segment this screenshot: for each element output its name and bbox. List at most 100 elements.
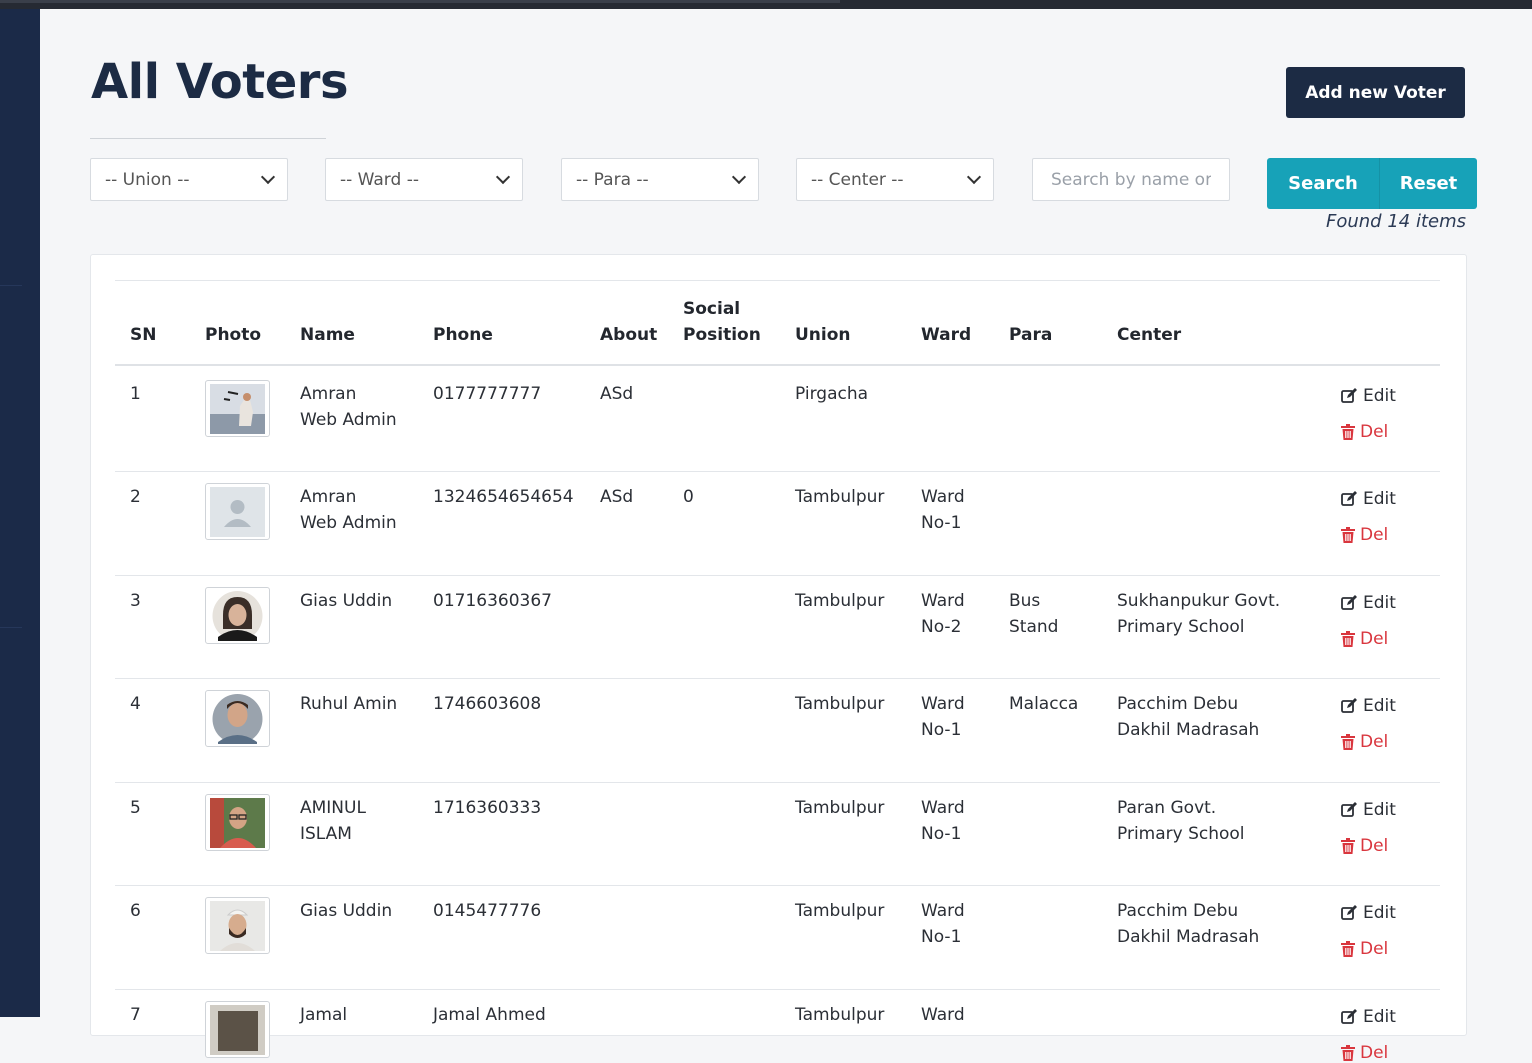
man-portrait-photo — [205, 690, 270, 747]
row-center: Pacchim Debu — [1117, 694, 1239, 714]
row-phone: 1324654654654 — [433, 487, 574, 507]
row-name: Amran — [300, 384, 357, 404]
chevron-down-icon — [966, 169, 982, 185]
trash-icon — [1341, 527, 1355, 543]
chevron-down-icon — [731, 169, 747, 185]
add-new-voter-button[interactable]: Add new Voter — [1286, 67, 1465, 118]
delete-label: Del — [1360, 422, 1389, 442]
edit-button[interactable]: Edit — [1341, 593, 1396, 613]
person-waving-photo — [205, 380, 270, 437]
row-sn: 7 — [130, 1005, 141, 1025]
table-header-divider — [115, 364, 1440, 366]
ward-select[interactable]: -- Ward -- — [325, 158, 523, 201]
delete-label: Del — [1360, 939, 1389, 959]
row-phone: Jamal Ahmed — [433, 1005, 546, 1025]
row-center: Paran Govt. — [1117, 798, 1217, 818]
row-union: Tambulpur — [795, 798, 885, 818]
row-phone: 0177777777 — [433, 384, 542, 404]
row-name: Ruhul Amin — [300, 694, 398, 714]
delete-button[interactable]: Del — [1341, 629, 1388, 649]
row-phone: 01716360367 — [433, 591, 552, 611]
center-select[interactable]: -- Center -- — [796, 158, 994, 201]
sidebar — [0, 9, 40, 1017]
man-cap-photo — [205, 897, 270, 954]
row-social-position: 0 — [683, 487, 694, 507]
row-name: AMINUL — [300, 798, 366, 818]
row-name: Jamal — [300, 1005, 348, 1025]
title-divider — [90, 138, 326, 139]
row-ward-line2: No-1 — [921, 720, 962, 740]
edit-icon — [1341, 698, 1357, 713]
row-ward: Ward — [921, 591, 965, 611]
delete-label: Del — [1360, 525, 1389, 545]
row-about: ASd — [600, 384, 634, 404]
edit-icon — [1341, 905, 1357, 920]
row-divider — [115, 678, 1440, 679]
delete-button[interactable]: Del — [1341, 1043, 1388, 1063]
search-button[interactable]: Search — [1267, 158, 1379, 209]
union-select[interactable]: -- Union -- — [90, 158, 288, 201]
row-name-line2: ISLAM — [300, 824, 352, 844]
row-ward: Ward — [921, 694, 965, 714]
edit-label: Edit — [1363, 593, 1396, 613]
row-ward-line2: No-1 — [921, 927, 962, 947]
edit-button[interactable]: Edit — [1341, 1007, 1396, 1027]
header-social-position: Social Position — [683, 296, 761, 348]
edit-button[interactable]: Edit — [1341, 696, 1396, 716]
header-name: Name — [300, 325, 355, 345]
browser-top-bar — [0, 0, 1532, 9]
row-sn: 5 — [130, 798, 141, 818]
row-ward-line2: No-1 — [921, 824, 962, 844]
delete-button[interactable]: Del — [1341, 836, 1388, 856]
placeholder-avatar — [205, 483, 270, 540]
table-top-border — [115, 280, 1440, 281]
delete-label: Del — [1360, 1043, 1389, 1063]
delete-label: Del — [1360, 836, 1389, 856]
edit-label: Edit — [1363, 800, 1396, 820]
edit-icon — [1341, 595, 1357, 610]
row-sn: 4 — [130, 694, 141, 714]
voters-table-card — [90, 254, 1467, 1036]
row-para: Bus — [1009, 591, 1041, 611]
edit-button[interactable]: Edit — [1341, 800, 1396, 820]
row-union: Pirgacha — [795, 384, 869, 404]
ward-select-value: -- Ward -- — [340, 169, 419, 190]
row-union: Tambulpur — [795, 487, 885, 507]
edit-label: Edit — [1363, 1007, 1396, 1027]
edit-button[interactable]: Edit — [1341, 386, 1396, 406]
header-photo: Photo — [205, 325, 262, 345]
union-select-value: -- Union -- — [105, 169, 190, 190]
delete-button[interactable]: Del — [1341, 525, 1388, 545]
para-select[interactable]: -- Para -- — [561, 158, 759, 201]
header-sn: SN — [130, 325, 157, 345]
delete-button[interactable]: Del — [1341, 732, 1388, 752]
delete-label: Del — [1360, 629, 1389, 649]
delete-button[interactable]: Del — [1341, 422, 1388, 442]
header-ward: Ward — [921, 325, 972, 345]
row-ward: Ward — [921, 487, 965, 507]
row-sn: 2 — [130, 487, 141, 507]
header-para: Para — [1009, 325, 1053, 345]
delete-button[interactable]: Del — [1341, 939, 1388, 959]
header-about: About — [600, 325, 658, 345]
row-para-line2: Stand — [1009, 617, 1059, 637]
edit-icon — [1341, 802, 1357, 817]
row-center-line2: Primary School — [1117, 824, 1245, 844]
row-divider — [115, 575, 1440, 576]
edit-button[interactable]: Edit — [1341, 489, 1396, 509]
header-social-line1: Social — [683, 299, 741, 319]
row-divider — [115, 782, 1440, 783]
row-ward: Ward — [921, 798, 965, 818]
search-input[interactable] — [1032, 158, 1230, 201]
row-name: Gias Uddin — [300, 901, 393, 921]
reset-button[interactable]: Reset — [1379, 158, 1477, 209]
edit-icon — [1341, 1009, 1357, 1024]
row-center-line2: Dakhil Madrasah — [1117, 720, 1260, 740]
edit-button[interactable]: Edit — [1341, 903, 1396, 923]
row-ward: Ward — [921, 1005, 965, 1025]
trash-icon — [1341, 838, 1355, 854]
row-ward-line2: No-1 — [921, 513, 962, 533]
row-name-line2: Web Admin — [300, 410, 397, 430]
man-glasses-photo — [205, 794, 270, 851]
header-center: Center — [1117, 325, 1182, 345]
